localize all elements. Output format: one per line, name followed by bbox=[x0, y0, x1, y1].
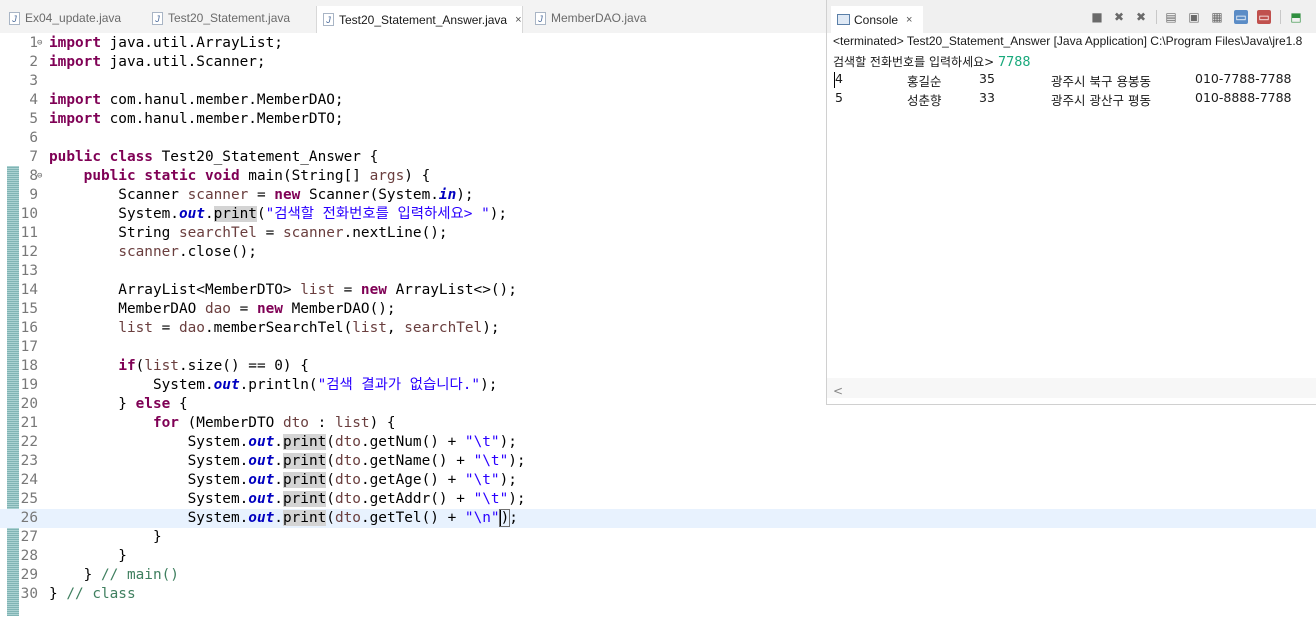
member-age: 33 bbox=[979, 90, 995, 105]
java-file-icon: J bbox=[535, 11, 546, 25]
line-number: 11 bbox=[20, 225, 38, 241]
tab-console[interactable]: Console × bbox=[831, 6, 923, 33]
line-number: 19 bbox=[20, 377, 38, 393]
code-line[interactable]: 23 System.out.print(dto.getName() + "\t"… bbox=[0, 452, 1316, 471]
console-output-row: 5 성춘향 33 광주시 광산구 평동 010-8888-7788 bbox=[833, 90, 1292, 109]
line-number: 9 bbox=[29, 187, 38, 203]
code-line[interactable]: 24 System.out.print(dto.getAge() + "\t")… bbox=[0, 471, 1316, 490]
horizontal-scrollbar[interactable] bbox=[827, 378, 1316, 398]
line-number: 6 bbox=[29, 130, 38, 146]
member-name: 성춘향 bbox=[907, 93, 942, 108]
pin-console-icon[interactable]: ⬒ bbox=[1289, 10, 1303, 24]
fold-collapse-icon[interactable]: ⊖ bbox=[37, 167, 42, 186]
code-line[interactable]: 28 } bbox=[0, 547, 1316, 566]
remove-launch-icon[interactable]: ✖ bbox=[1112, 10, 1126, 24]
console-view: Console × ■ ✖ ✖ ▤ ▣ ▦ ▭ ▭ ⬒ <terminated>… bbox=[826, 0, 1316, 405]
line-number: 30 bbox=[20, 586, 38, 602]
line-number: 15 bbox=[20, 301, 38, 317]
console-output-row: 4 홍길순 35 광주시 북구 용봉동 010-7788-7788 bbox=[833, 71, 1292, 90]
line-number: 21 bbox=[20, 415, 38, 431]
console-prompt-line: 검색할 전화번호를 입력하세요> 7788 bbox=[833, 53, 1031, 70]
scroll-lock-icon[interactable]: ▣ bbox=[1187, 10, 1201, 24]
fold-collapse-icon[interactable]: ⊖ bbox=[37, 34, 42, 53]
tab-test20-statement[interactable]: J Test20_Statement.java bbox=[152, 7, 290, 29]
tab-memberdao[interactable]: J MemberDAO.java bbox=[535, 7, 646, 29]
console-tab-label: Console bbox=[854, 12, 899, 27]
code-line[interactable]: 22 System.out.print(dto.getNum() + "\t")… bbox=[0, 433, 1316, 452]
remove-all-icon[interactable]: ✖ bbox=[1134, 10, 1148, 24]
tab-label: Test20_Statement_Answer.java bbox=[339, 12, 508, 27]
code-line[interactable]: 21 for (MemberDTO dto : list) { bbox=[0, 414, 1316, 433]
member-addr: 광주시 광산구 평동 bbox=[1051, 93, 1151, 108]
line-number: 29 bbox=[20, 567, 38, 583]
line-number: 22 bbox=[20, 434, 38, 450]
line-number: 12 bbox=[20, 244, 38, 260]
member-tel: 010-8888-7788 bbox=[1195, 90, 1292, 105]
member-tel: 010-7788-7788 bbox=[1195, 71, 1292, 86]
editor-tab-bar: J Ex04_update.java J Test20_Statement.ja… bbox=[0, 0, 826, 33]
console-prompt: 검색할 전화번호를 입력하세요> bbox=[833, 55, 999, 69]
line-number: 25 bbox=[20, 491, 38, 507]
tab-ex04-update[interactable]: J Ex04_update.java bbox=[9, 7, 121, 29]
tab-label: Ex04_update.java bbox=[25, 11, 122, 25]
line-number: 20 bbox=[20, 396, 38, 412]
line-number: 18 bbox=[20, 358, 38, 374]
toolbar-separator bbox=[1280, 10, 1281, 24]
line-number: 13 bbox=[20, 263, 38, 279]
java-file-icon: J bbox=[152, 11, 163, 25]
line-number: 7 bbox=[29, 149, 38, 165]
line-number: 26 bbox=[20, 510, 38, 526]
tab-test20-statement-answer[interactable]: J Test20_Statement_Answer.java × bbox=[316, 6, 523, 33]
show-console-on-error-icon[interactable]: ▭ bbox=[1257, 10, 1271, 24]
toolbar-separator bbox=[1156, 10, 1157, 24]
line-number: 14 bbox=[20, 282, 38, 298]
line-number: 5 bbox=[29, 111, 38, 127]
console-icon bbox=[837, 14, 850, 25]
member-addr: 광주시 북구 용봉동 bbox=[1051, 74, 1151, 89]
member-num: 4 bbox=[835, 71, 843, 86]
line-number: 10 bbox=[20, 206, 38, 222]
line-number: 16 bbox=[20, 320, 38, 336]
clear-console-icon[interactable]: ▤ bbox=[1164, 10, 1178, 24]
code-line[interactable]: 29 } // main() bbox=[0, 566, 1316, 585]
line-number: 23 bbox=[20, 453, 38, 469]
code-line[interactable]: 30} // class bbox=[0, 585, 1316, 604]
line-number: 27 bbox=[20, 529, 38, 545]
tab-label: MemberDAO.java bbox=[551, 11, 647, 25]
word-wrap-icon[interactable]: ▦ bbox=[1210, 10, 1224, 24]
member-name: 홍길순 bbox=[907, 74, 942, 89]
tab-label: Test20_Statement.java bbox=[168, 11, 291, 25]
line-number: 8 bbox=[29, 168, 38, 184]
line-number: 17 bbox=[20, 339, 38, 355]
scroll-left-arrow-icon[interactable]: < bbox=[833, 384, 843, 398]
code-line[interactable]: 25 System.out.print(dto.getAddr() + "\t"… bbox=[0, 490, 1316, 509]
close-icon[interactable]: × bbox=[515, 14, 521, 26]
console-header: Console × ■ ✖ ✖ ▤ ▣ ▦ ▭ ▭ ⬒ bbox=[827, 0, 1316, 33]
member-age: 35 bbox=[979, 71, 995, 86]
show-console-on-output-icon[interactable]: ▭ bbox=[1234, 10, 1248, 24]
line-number: 3 bbox=[29, 73, 38, 89]
member-num: 5 bbox=[835, 90, 843, 105]
line-number: 4 bbox=[29, 92, 38, 108]
line-number: 2 bbox=[29, 54, 38, 70]
java-file-icon: J bbox=[323, 13, 334, 26]
close-icon[interactable]: × bbox=[906, 14, 912, 26]
terminated-status: <terminated> Test20_Statement_Answer [Ja… bbox=[833, 34, 1303, 48]
java-file-icon: J bbox=[9, 11, 20, 25]
terminate-icon[interactable]: ■ bbox=[1090, 10, 1104, 24]
line-number: 28 bbox=[20, 548, 38, 564]
code-line[interactable]: 27 } bbox=[0, 528, 1316, 547]
line-number: 24 bbox=[20, 472, 38, 488]
console-input-value: 7788 bbox=[998, 54, 1031, 70]
line-number: 1 bbox=[29, 35, 38, 51]
code-line-current[interactable]: 26 System.out.print(dto.getTel() + "\n")… bbox=[0, 509, 1316, 528]
